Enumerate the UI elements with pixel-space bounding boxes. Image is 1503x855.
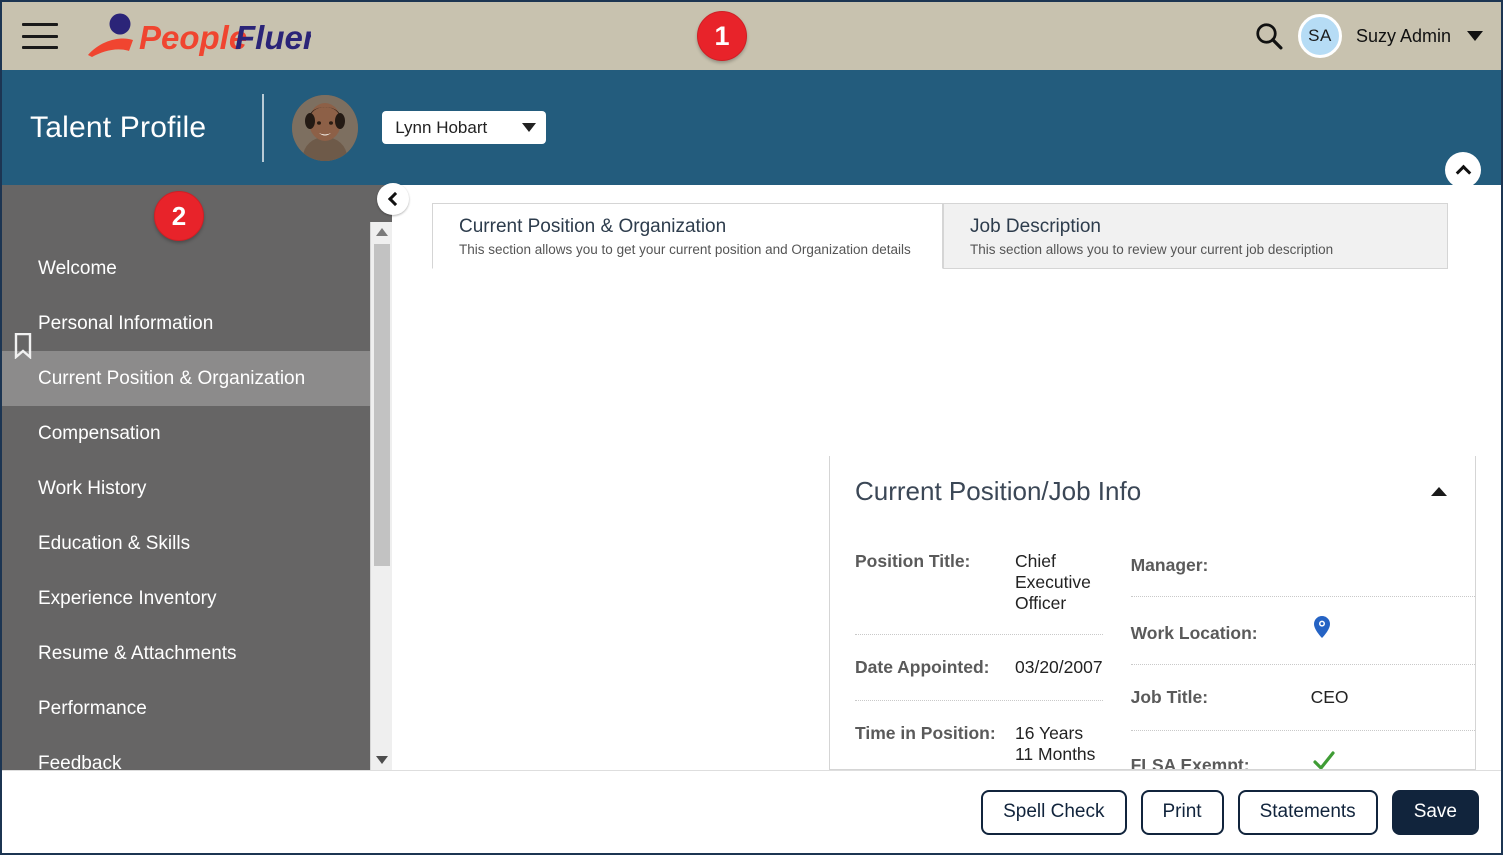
scrollbar-thumb[interactable] <box>374 244 390 566</box>
logo-mark: People Fluent <box>88 13 311 57</box>
tab-title: Current Position & Organization <box>459 216 727 237</box>
sidebar-collapse-button[interactable] <box>377 183 409 215</box>
sidebar-item-label: Welcome <box>38 257 117 279</box>
step-badge-1: 1 <box>697 11 747 61</box>
tab-subtitle: This section allows you to get your curr… <box>459 242 911 257</box>
scroll-up-button[interactable] <box>371 222 392 242</box>
sidebar-item-welcome[interactable]: Welcome <box>2 241 370 296</box>
right-field-column: Manager: Work Location: Job Title: CEO F… <box>1130 529 1475 770</box>
field-grid: Position Title: Chief Executive Officer … <box>830 517 1475 770</box>
sidebar-navigation: 2 Welcome Personal Information Current P… <box>2 183 409 774</box>
talent-profile-header: Talent Profile Lynn Hobart <box>2 70 1501 185</box>
top-bar-right-group: SA Suzy Admin <box>1254 14 1501 58</box>
sidebar-item-label: Performance <box>38 697 147 719</box>
field-label: FLSA Exempt: <box>1130 755 1250 770</box>
chevron-up-icon <box>1455 164 1471 180</box>
header-collapse-button[interactable] <box>1445 152 1481 188</box>
field-label: Time in Position: <box>855 723 996 743</box>
svg-text:Fluent: Fluent <box>235 19 311 56</box>
field-value: 03/20/2007 <box>1015 657 1103 677</box>
green-check-icon <box>1301 731 1335 769</box>
sidebar-item-label: Education & Skills <box>38 532 191 554</box>
sidebar-item-experience-inventory[interactable]: Experience Inventory <box>2 571 370 626</box>
top-navigation-bar: People Fluent 1 SA Suzy Admin <box>2 2 1501 70</box>
sidebar-item-label: Work History <box>38 477 147 499</box>
sidebar-item-work-history[interactable]: Work History <box>2 461 370 516</box>
tab-subtitle: This section allows you to review your c… <box>970 242 1334 257</box>
user-name-label: Suzy Admin <box>1355 25 1451 46</box>
save-button[interactable]: Save <box>1391 789 1479 835</box>
spell-check-button[interactable]: Spell Check <box>981 789 1127 835</box>
field-value: CEO <box>1310 687 1349 707</box>
field-row-flsa-exempt: FLSA Exempt: <box>1130 731 1475 770</box>
field-label: Date Appointed: <box>855 657 990 677</box>
section-title: Current Position/Job Info <box>855 476 1142 506</box>
employee-selector-value: Lynn Hobart <box>395 117 488 137</box>
field-row-position-title: Position Title: Chief Executive Officer <box>855 529 1103 635</box>
svg-text:People: People <box>139 19 247 56</box>
tab-current-position-and-organization[interactable]: Current Position & Organization This sec… <box>432 203 943 269</box>
employee-selector[interactable]: Lynn Hobart <box>382 111 547 144</box>
field-row-manager: Manager: <box>1130 529 1475 597</box>
chevron-left-icon <box>387 191 403 207</box>
statements-button[interactable]: Statements <box>1237 789 1378 835</box>
avatar[interactable]: SA <box>1297 14 1342 58</box>
triangle-down-icon <box>375 756 388 764</box>
employee-photo <box>292 94 359 161</box>
field-label: Work Location: <box>1130 623 1258 643</box>
sidebar-item-compensation[interactable]: Compensation <box>2 406 370 461</box>
hamburger-menu-icon[interactable] <box>22 23 58 49</box>
sidebar-item-label: Personal Information <box>38 312 214 334</box>
field-label: Job Title: <box>1130 687 1209 707</box>
field-row-job-title: Job Title: CEO <box>1130 665 1475 731</box>
search-icon[interactable] <box>1254 21 1284 51</box>
tab-bar: Current Position & Organization This sec… <box>392 185 1501 269</box>
scroll-down-button[interactable] <box>371 750 392 770</box>
field-row-work-location: Work Location: <box>1130 597 1475 665</box>
triangle-up-icon <box>375 228 388 236</box>
sidebar-item-list: Welcome Personal Information Current Pos… <box>2 241 370 791</box>
tab-title: Job Description <box>970 216 1101 237</box>
sidebar-item-education-and-skills[interactable]: Education & Skills <box>2 516 370 571</box>
section-collapse-toggle-icon[interactable] <box>1431 487 1447 496</box>
print-button[interactable]: Print <box>1140 789 1224 835</box>
field-row-time-in-position: Time in Position: 16 Years 11 Months <box>855 701 1103 769</box>
page-title: Talent Profile <box>30 110 207 144</box>
step-badge-2: 2 <box>154 191 204 241</box>
main-content-area: Current Position & Organization This sec… <box>392 185 1501 770</box>
field-value <box>1301 529 1311 571</box>
sidebar-item-current-position-and-organization[interactable]: Current Position & Organization <box>2 333 370 406</box>
left-field-column: Position Title: Chief Executive Officer … <box>855 529 1103 769</box>
sidebar-item-label: Compensation <box>38 422 161 444</box>
header-divider <box>262 93 265 162</box>
sidebar-item-label: Experience Inventory <box>38 587 217 609</box>
sidebar-scrollbar[interactable] <box>370 222 392 770</box>
tab-job-description[interactable]: Job Description This section allows you … <box>943 203 1448 269</box>
footer-action-bar: Spell Check Print Statements Save <box>2 770 1501 853</box>
field-label: Position Title: <box>855 551 971 571</box>
sidebar-item-performance[interactable]: Performance <box>2 681 370 736</box>
current-position-job-info-section: Current Position/Job Info Position Title… <box>829 456 1476 770</box>
field-label: Manager: <box>1130 555 1209 575</box>
section-header: Current Position/Job Info <box>830 456 1475 517</box>
field-value: Chief Executive Officer <box>1015 551 1091 613</box>
chevron-down-icon <box>522 123 537 132</box>
sidebar-item-resume-and-attachments[interactable]: Resume & Attachments <box>2 626 370 681</box>
field-value: 16 Years 11 Months <box>1015 723 1096 764</box>
bookmark-icon <box>14 333 32 359</box>
application-window: People Fluent 1 SA Suzy Admin Talent Pro… <box>0 0 1503 855</box>
peoplefluent-logo[interactable]: People Fluent <box>83 12 311 60</box>
chevron-down-icon[interactable] <box>1467 31 1483 41</box>
sidebar-item-label: Current Position & Organization <box>38 367 306 389</box>
sidebar-item-personal-information[interactable]: Personal Information <box>2 296 370 351</box>
field-row-date-appointed: Date Appointed: 03/20/2007 <box>855 635 1103 701</box>
map-pin-icon[interactable] <box>1301 597 1331 644</box>
sidebar-item-label: Resume & Attachments <box>38 642 237 664</box>
